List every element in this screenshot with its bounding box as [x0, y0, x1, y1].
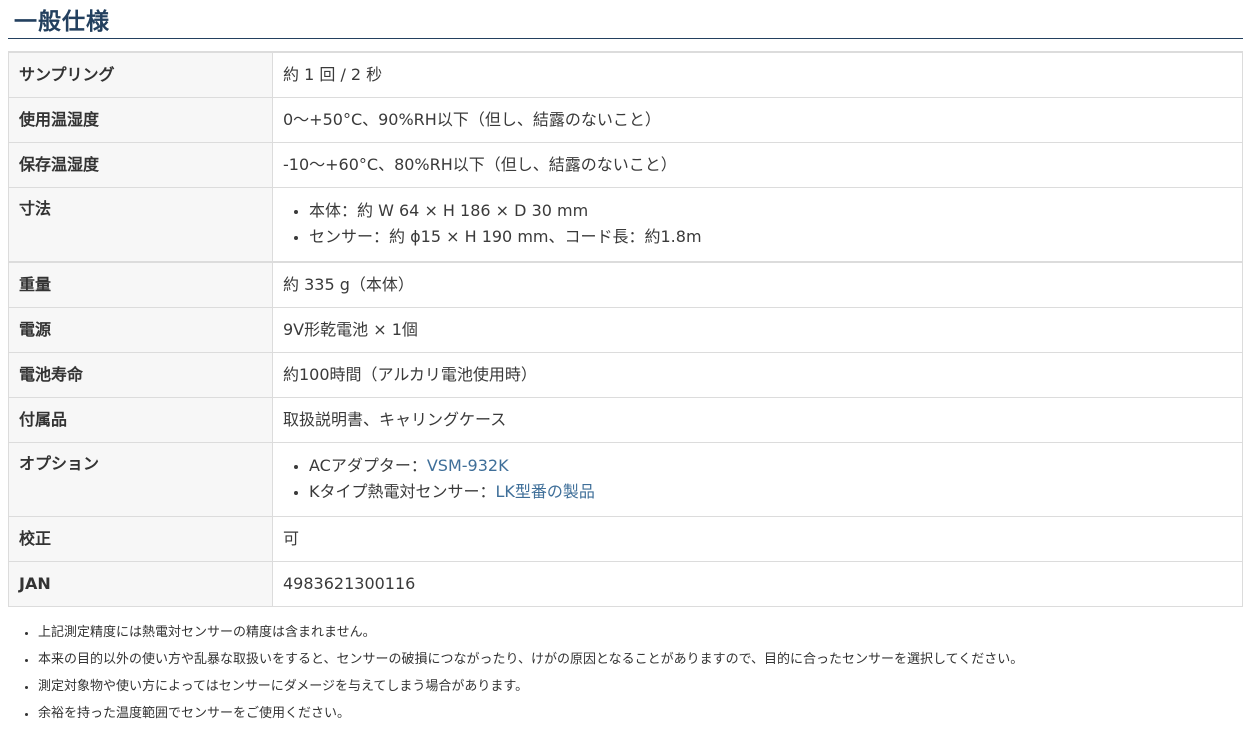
notes-list: 上記測定精度には熱電対センサーの精度は含まれません。 本来の目的以外の使い方や乱… [14, 619, 1243, 727]
table-row: JAN 4983621300116 [8, 561, 1243, 607]
spec-page: 一般仕様 サンプリング 約 1 回 / 2 秒 使用温湿度 0～+50°C、90… [0, 0, 1243, 733]
spec-label: 校正 [8, 516, 273, 562]
list-item: センサー：約 ϕ15 × H 190 mm、コード長：約1.8m [309, 224, 1232, 250]
spec-value: 本体：約 W 64 × H 186 × D 30 mm センサー：約 ϕ15 ×… [272, 187, 1243, 263]
option-list: ACアダプター：VSM-932K Kタイプ熱電対センサー：LK型番の製品 [283, 453, 1232, 505]
spec-value: 9V形乾電池 × 1個 [272, 307, 1243, 353]
spec-label: 付属品 [8, 397, 273, 443]
table-row: 電池寿命 約100時間（アルカリ電池使用時） [8, 352, 1243, 398]
spec-table: サンプリング 約 1 回 / 2 秒 使用温湿度 0～+50°C、90%RH以下… [8, 51, 1243, 607]
table-row: 重量 約 335 g（本体） [8, 261, 1243, 308]
option-prefix: ACアダプター： [309, 456, 427, 475]
table-row: オプション ACアダプター：VSM-932K Kタイプ熱電対センサー：LK型番の… [8, 442, 1243, 517]
spec-value: 取扱説明書、キャリングケース [272, 397, 1243, 443]
spec-value: -10～+60°C、80%RH以下（但し、結露のないこと） [272, 142, 1243, 188]
spec-value: 4983621300116 [272, 561, 1243, 607]
spec-label: オプション [8, 442, 273, 517]
spec-label: 寸法 [8, 187, 273, 263]
table-row: 校正 可 [8, 516, 1243, 562]
spec-value: 可 [272, 516, 1243, 562]
table-row: サンプリング 約 1 回 / 2 秒 [8, 51, 1243, 98]
table-row: 付属品 取扱説明書、キャリングケース [8, 397, 1243, 443]
dimension-list: 本体：約 W 64 × H 186 × D 30 mm センサー：約 ϕ15 ×… [283, 198, 1232, 250]
note-item: 測定対象物や使い方によってはセンサーにダメージを与えてしまう場合があります。 [38, 673, 1243, 700]
spec-label: JAN [8, 561, 273, 607]
option-prefix: Kタイプ熱電対センサー： [309, 482, 496, 501]
section-title-rule [8, 38, 1243, 39]
list-item: ACアダプター：VSM-932K [309, 453, 1232, 479]
table-row: 寸法 本体：約 W 64 × H 186 × D 30 mm センサー：約 ϕ1… [8, 187, 1243, 263]
spec-value: 約 1 回 / 2 秒 [272, 51, 1243, 98]
spec-label: サンプリング [8, 51, 273, 98]
table-row: 電源 9V形乾電池 × 1個 [8, 307, 1243, 353]
spec-label: 重量 [8, 261, 273, 308]
spec-value: 0～+50°C、90%RH以下（但し、結露のないこと） [272, 97, 1243, 143]
list-item: Kタイプ熱電対センサー：LK型番の製品 [309, 479, 1232, 505]
note-item: 上記測定精度には熱電対センサーの精度は含まれません。 [38, 619, 1243, 646]
note-item: 本来の目的以外の使い方や乱暴な取扱いをすると、センサーの破損につながったり、けが… [38, 646, 1243, 673]
spec-value: 約100時間（アルカリ電池使用時） [272, 352, 1243, 398]
table-row: 保存温湿度 -10～+60°C、80%RH以下（但し、結露のないこと） [8, 142, 1243, 188]
section-title: 一般仕様 [14, 9, 110, 35]
spec-label: 電池寿命 [8, 352, 273, 398]
spec-label: 使用温湿度 [8, 97, 273, 143]
table-row: 使用温湿度 0～+50°C、90%RH以下（但し、結露のないこと） [8, 97, 1243, 143]
spec-value: 約 335 g（本体） [272, 261, 1243, 308]
option-link-sensor[interactable]: LK型番の製品 [496, 482, 595, 501]
spec-label: 保存温湿度 [8, 142, 273, 188]
spec-label: 電源 [8, 307, 273, 353]
note-item: 余裕を持った温度範囲でセンサーをご使用ください。 [38, 700, 1243, 727]
list-item: 本体：約 W 64 × H 186 × D 30 mm [309, 198, 1232, 224]
option-link-ac-adapter[interactable]: VSM-932K [427, 456, 509, 475]
spec-value: ACアダプター：VSM-932K Kタイプ熱電対センサー：LK型番の製品 [272, 442, 1243, 517]
